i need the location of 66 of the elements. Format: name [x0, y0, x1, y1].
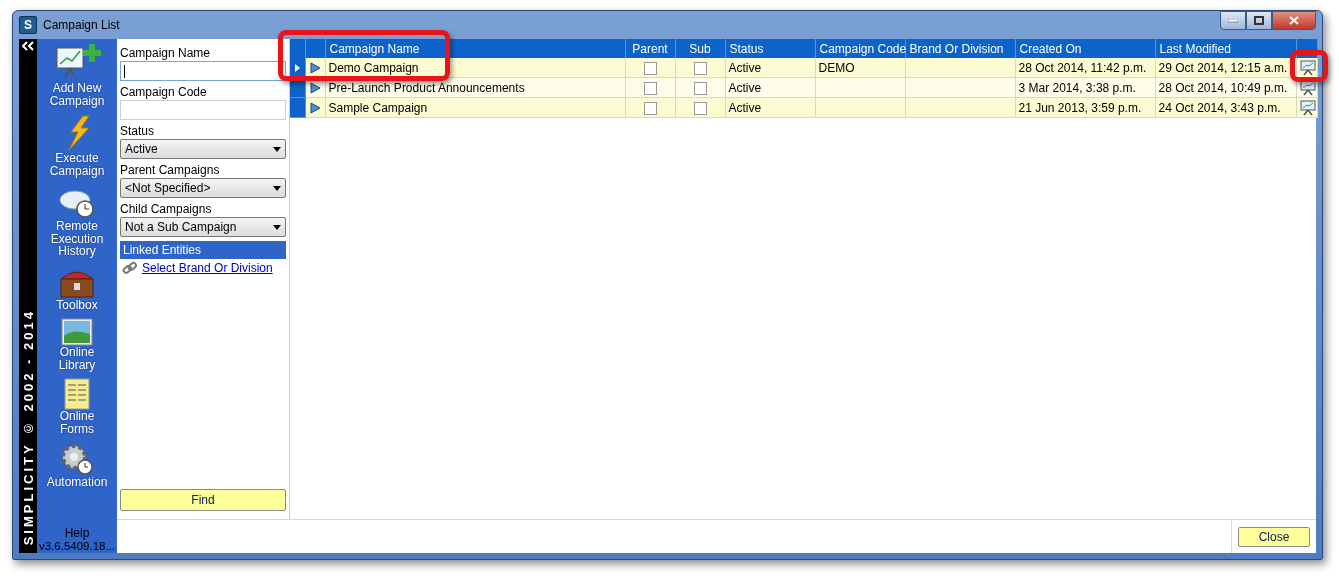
chart-icon[interactable] — [1299, 79, 1316, 96]
checkbox[interactable] — [643, 101, 657, 115]
help-link[interactable]: Help — [64, 526, 90, 540]
field-label: Campaign Name — [120, 45, 212, 61]
gear-clock-icon — [59, 442, 95, 476]
select-link[interactable]: Select Brand Or Division — [142, 261, 273, 275]
version-text: v3.6.5409.18... — [38, 540, 116, 552]
collapse-icon[interactable] — [22, 39, 34, 53]
play-icon[interactable] — [309, 82, 321, 95]
table-cell: DEMO — [815, 58, 905, 78]
dropdown-arrow-icon — [273, 146, 281, 152]
minimize-button[interactable] — [1220, 11, 1246, 30]
play-icon[interactable] — [309, 62, 321, 75]
minimize-icon — [1228, 18, 1238, 23]
sidebar-item[interactable]: Remote Execution History — [44, 181, 110, 262]
close-button[interactable]: Close — [1238, 526, 1310, 547]
window-title: Campaign List — [43, 18, 121, 32]
brand-text: SIMPLICITY © 2002 - 2014 — [20, 308, 36, 545]
chart-icon[interactable] — [1299, 59, 1316, 76]
field-label: Status — [120, 123, 156, 139]
sidebar-item[interactable]: Toolbox — [56, 261, 98, 315]
close-icon — [1289, 16, 1299, 25]
field-label: Campaign Code — [120, 84, 208, 100]
find-button[interactable]: Find — [120, 489, 286, 511]
section-header: Linked Entities — [120, 241, 286, 259]
dropdown-arrow-icon — [273, 185, 281, 191]
dropdown[interactable]: <Not Specified> — [120, 178, 286, 198]
highlight-frame — [1290, 50, 1328, 82]
app-icon: S — [19, 16, 37, 34]
dropdown-arrow-icon — [273, 224, 281, 230]
field-label: Parent Campaigns — [120, 162, 221, 178]
table-cell: Demo Campaign — [325, 58, 625, 78]
table-cell: Active — [725, 58, 815, 78]
checkbox[interactable] — [693, 81, 707, 95]
column-header[interactable]: Brand Or Division — [905, 39, 1015, 58]
sidebar-item[interactable]: Execute Campaign — [44, 111, 110, 181]
checkbox[interactable] — [643, 61, 657, 75]
column-header[interactable]: Campaign Code — [815, 39, 905, 58]
column-header[interactable]: Status — [725, 39, 815, 58]
sidebar-item[interactable]: Online Forms — [44, 375, 110, 439]
checkbox[interactable] — [643, 81, 657, 95]
table-cell: 29 Oct 2014, 12:15 a.m. — [1155, 58, 1296, 78]
column-header[interactable]: Parent — [625, 39, 675, 58]
landscape-icon — [61, 318, 93, 346]
link-icon — [122, 261, 138, 275]
close-window-button[interactable] — [1272, 11, 1316, 30]
column-header[interactable]: Last Modified — [1155, 39, 1296, 58]
table-cell: 28 Oct 2014, 11:42 p.m. — [1015, 58, 1155, 78]
checkbox[interactable] — [693, 101, 707, 115]
dropdown[interactable]: Active — [120, 139, 286, 159]
maximize-icon — [1254, 16, 1264, 25]
checkbox[interactable] — [693, 61, 707, 75]
input-field[interactable] — [120, 61, 286, 81]
sidebar-item[interactable]: Online Library — [44, 315, 110, 375]
column-header[interactable]: Created On — [1015, 39, 1155, 58]
sidebar-item[interactable]: Automation — [46, 439, 108, 493]
maximize-button[interactable] — [1246, 11, 1272, 30]
dropdown[interactable]: Not a Sub Campaign — [120, 217, 286, 237]
input-field[interactable] — [120, 100, 286, 120]
field-label: Child Campaigns — [120, 201, 213, 217]
sidebar-item[interactable]: Add New Campaign — [44, 39, 110, 111]
column-header[interactable]: Sub — [675, 39, 725, 58]
play-icon[interactable] — [309, 102, 321, 115]
form-icon — [64, 378, 90, 410]
chart-icon[interactable] — [1299, 99, 1316, 116]
column-header[interactable]: Campaign Name — [325, 39, 625, 58]
